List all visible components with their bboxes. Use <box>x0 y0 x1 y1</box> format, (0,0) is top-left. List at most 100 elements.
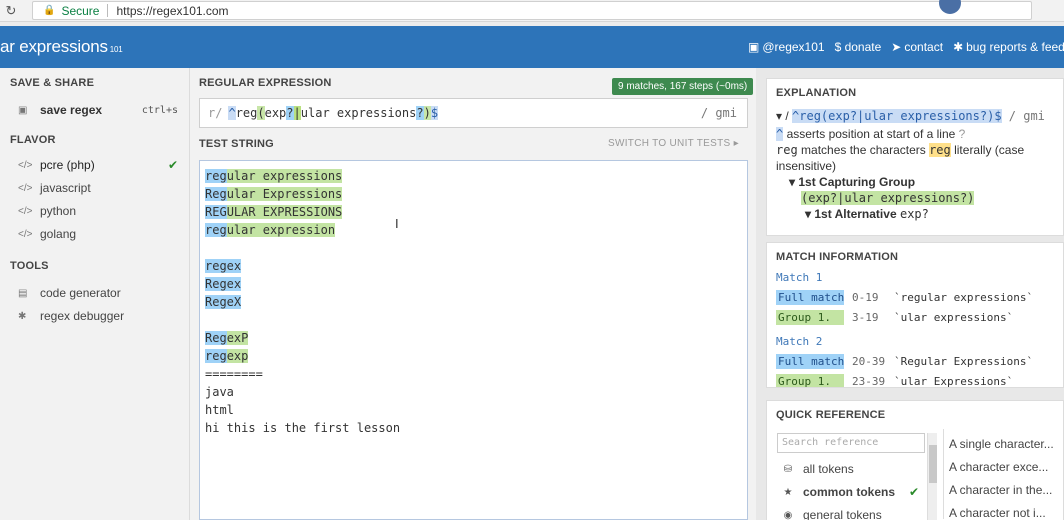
match-range: 23-39 <box>852 375 886 388</box>
test-line: REGULAR EXPRESSIONS <box>205 203 747 221</box>
browser-address-bar: ↻ 🔒 Secure https://regex101.com <box>0 0 1064 22</box>
test-line <box>205 239 747 257</box>
header-link-1[interactable]: $ donate <box>835 40 882 54</box>
site-header: ar expressions 101 ▣ @regex101 $ donate ➤ con… <box>0 26 1064 68</box>
save-regex-button[interactable]: ▣ save regex ctrl+s <box>18 103 178 117</box>
match-tag: Group 1. <box>776 374 844 387</box>
test-line: ======== <box>205 365 747 383</box>
match-row[interactable]: Group 1. 3-19 `ular expressions` <box>776 310 1013 325</box>
test-text: hi this is the first lesson <box>205 421 401 435</box>
regex-token: ) <box>423 106 431 120</box>
code-icon: </> <box>18 159 33 171</box>
test-text: html <box>205 403 234 417</box>
save-share-heading: SAVE & SHARE <box>10 77 95 89</box>
send-icon: ➤ <box>891 40 902 54</box>
match-highlight: ular expression <box>226 223 336 237</box>
match-row[interactable]: Group 1. 23-39 `ular Expressions` <box>776 374 1014 388</box>
regex-token: $ <box>430 106 439 120</box>
flavor-item-0[interactable]: </> pcre (php) ✔ <box>18 158 178 172</box>
database-icon: ⛁ <box>783 463 793 475</box>
quick-ref-category-1[interactable]: ★ common tokens ✔ <box>779 485 919 499</box>
quick-reference-panel: QUICK REFERENCE Search reference ⛁ all to… <box>766 400 1064 520</box>
flavor-label: javascript <box>40 181 91 195</box>
header-link-3[interactable]: ✱ bug reports & feedb <box>953 40 1064 54</box>
match-highlight: Regex <box>205 277 242 291</box>
match-info-panel: MATCH INFORMATION Match 1 Full match 0-19 `… <box>766 242 1064 388</box>
flavor-item-2[interactable]: </> python <box>18 204 178 218</box>
profile-avatar[interactable] <box>939 0 961 14</box>
test-string-editor[interactable]: regular expressions Regular Expressions RE… <box>199 160 748 520</box>
bug-icon: ✱ <box>18 310 27 322</box>
test-line: regexp <box>205 347 747 365</box>
code-generator-item[interactable]: ▤ code generator <box>18 286 178 300</box>
quick-ref-description[interactable]: A character exce... <box>949 460 1048 474</box>
test-string-heading: TEST STRING <box>199 138 274 150</box>
switch-unit-tests-link[interactable]: SWITCH TO UNIT TESTS ▸ <box>608 138 739 149</box>
bug-icon: ✱ <box>953 40 964 54</box>
flavor-item-1[interactable]: </> javascript <box>18 181 178 195</box>
star-icon: ★ <box>783 486 793 498</box>
quick-ref-description[interactable]: A character in the... <box>949 483 1052 497</box>
reload-icon[interactable]: ↻ <box>0 3 22 19</box>
check-icon: ✔ <box>908 485 919 499</box>
quick-ref-description[interactable]: A character not i... <box>949 506 1046 520</box>
regex-expression[interactable]: ^reg(exp?|ular expressions?)$ <box>228 106 439 120</box>
test-line: regular expressions <box>205 167 747 185</box>
quick-ref-description[interactable]: A single character... <box>949 437 1054 451</box>
regex-token: exp <box>264 106 287 120</box>
regex-token: reg <box>235 106 258 120</box>
floppy-icon: ▣ <box>18 104 28 116</box>
capturing-group-title[interactable]: ▾ 1st Capturing Group <box>789 175 915 189</box>
header-links: ▣ @regex101 $ donate ➤ contact ✱ bug reports &… <box>748 40 1064 54</box>
quick-ref-category-0[interactable]: ⛁ all tokens <box>779 462 919 476</box>
text-cursor-icon: I <box>395 216 399 231</box>
explanation-regex[interactable]: ▾ / ^reg(exp?|ular expressions?)$ / gmi <box>776 109 1045 123</box>
test-line: RegeX <box>205 293 747 311</box>
code-icon: </> <box>18 182 33 194</box>
url-box[interactable]: 🔒 Secure https://regex101.com <box>32 0 1032 20</box>
site-logo[interactable]: ar expressions 101 <box>0 37 123 57</box>
match-highlight: exP <box>226 331 249 345</box>
url-text[interactable]: https://regex101.com <box>116 4 228 18</box>
quick-ref-scrollbar[interactable] <box>927 433 937 520</box>
match-highlight: ular Expressions <box>226 187 343 201</box>
test-line: Regex <box>205 275 747 293</box>
match-highlight: RegeX <box>205 295 242 309</box>
sidebar: SAVE & SHARE ▣ save regex ctrl+s FLAVOR … <box>0 68 190 520</box>
flavor-heading: FLAVOR <box>10 134 56 146</box>
url-separator <box>107 4 109 17</box>
target-icon: ◉ <box>783 509 793 520</box>
test-line <box>205 311 747 329</box>
match-highlight: reg <box>205 223 227 237</box>
test-text: java <box>205 385 234 399</box>
match-value: `ular Expressions` <box>894 375 1014 388</box>
test-line: regex <box>205 257 747 275</box>
regex-flags[interactable]: / gmi <box>701 106 737 120</box>
regex-delimiter: r/ <box>208 106 223 120</box>
header-link-0[interactable]: ▣ @regex101 <box>748 40 825 54</box>
match-label: Match 1 <box>776 271 823 284</box>
match-highlight: exp <box>226 349 249 363</box>
match-row[interactable]: Full match 0-19 `regular expressions` <box>776 290 1033 305</box>
match-highlight: Reg <box>205 187 227 201</box>
match-highlight: Reg <box>205 331 227 345</box>
code-icon: </> <box>18 228 33 240</box>
match-row[interactable]: Full match 20-39 `Regular Expressions` <box>776 354 1033 369</box>
code-icon: </> <box>18 205 33 217</box>
test-text: ======== <box>205 367 263 381</box>
twitter-icon: ▣ <box>748 40 760 54</box>
quick-ref-category-2[interactable]: ◉ general tokens <box>779 508 919 520</box>
match-info-heading: MATCH INFORMATION <box>776 251 899 263</box>
match-range: 0-19 <box>852 291 879 304</box>
test-line: hi this is the first lesson <box>205 419 747 437</box>
flavor-label: python <box>40 204 77 218</box>
alternative-title[interactable]: ▾ 1st Alternative exp? <box>805 207 929 221</box>
regex-input[interactable]: r/ ^reg(exp?|ular expressions?)$ / gmi <box>199 98 748 128</box>
flavor-item-3[interactable]: </> golang <box>18 227 178 241</box>
regex-token: ular expressions <box>300 106 417 120</box>
search-reference-input[interactable]: Search reference <box>777 433 925 453</box>
explanation-heading: EXPLANATION <box>776 87 857 99</box>
regex-debugger-item[interactable]: ✱ regex debugger <box>18 309 178 323</box>
secure-label: Secure <box>61 3 100 18</box>
header-link-2[interactable]: ➤ contact <box>891 40 943 54</box>
